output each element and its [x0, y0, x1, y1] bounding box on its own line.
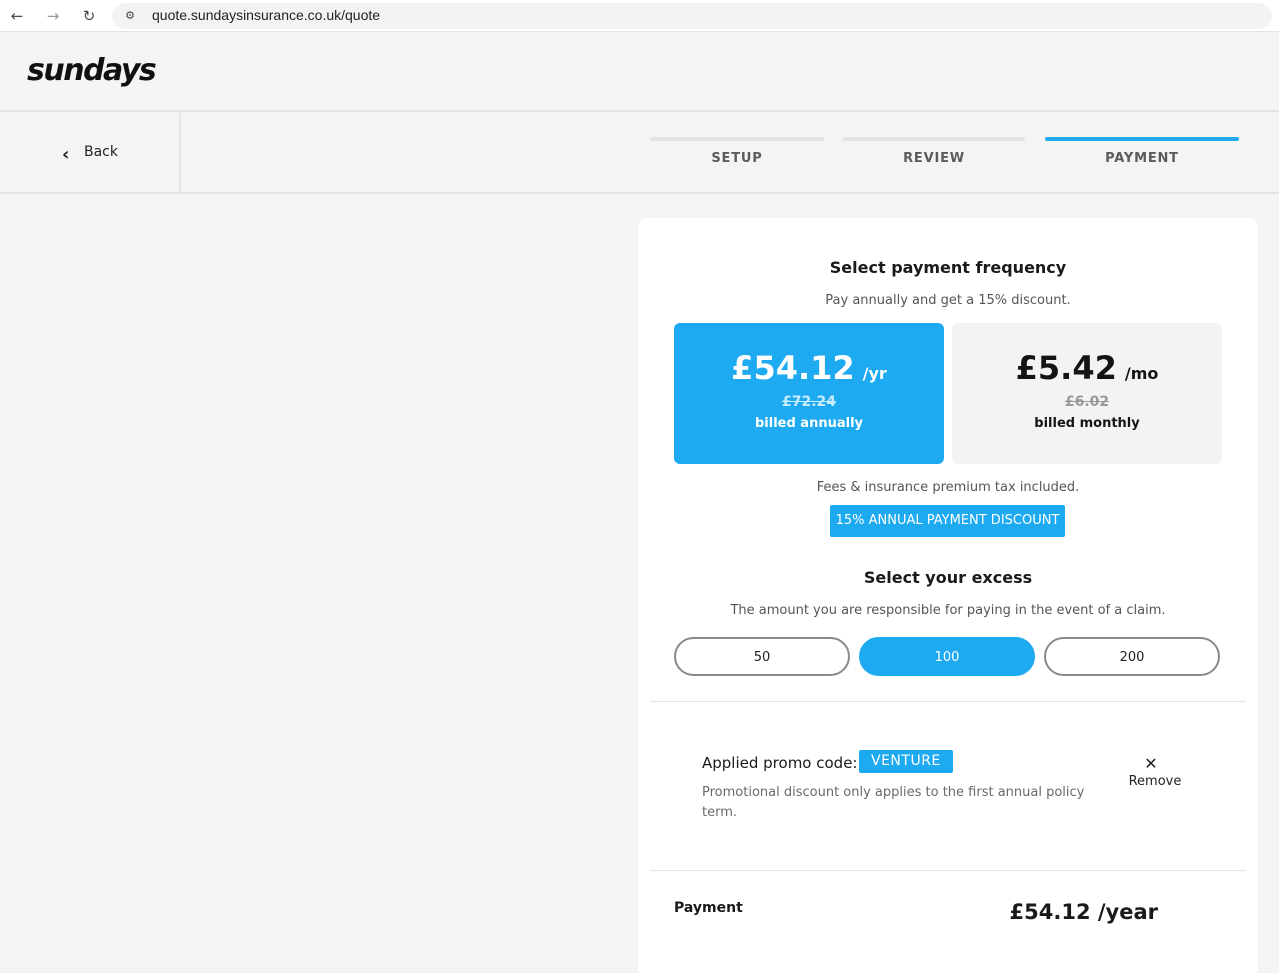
annual-billing-label: billed annually: [754, 416, 864, 431]
forward-arrow-icon[interactable]: →: [42, 5, 64, 27]
progress-steps-bar: ‹ Back SETUP REVIEW PAYMENT: [0, 113, 1279, 194]
browser-toolbar: ← → ↻ ⚙ quote.sundaysinsurance.co.uk/quo…: [0, 0, 1279, 32]
annual-price-period: /yr: [862, 364, 887, 383]
payment-label: Payment: [674, 900, 743, 916]
address-bar[interactable]: ⚙ quote.sundaysinsurance.co.uk/quote: [112, 3, 1272, 29]
annual-price-amount: £54.12: [731, 349, 855, 387]
back-label: Back: [84, 144, 118, 160]
monthly-billing-label: billed monthly: [1034, 416, 1140, 431]
annual-old-price: £72.24: [781, 394, 837, 410]
excess-subtitle: The amount you are responsible for payin…: [730, 603, 1166, 618]
payment-frequency-title: Select payment frequency: [829, 258, 1067, 277]
monthly-price-row: £5.42/mo: [952, 349, 1222, 387]
payment-frequency-subtitle: Pay annually and get a 15% discount.: [825, 293, 1071, 308]
back-arrow-icon[interactable]: ←: [6, 5, 28, 27]
excess-option-50[interactable]: 50: [674, 637, 850, 676]
section-divider: [650, 870, 1246, 871]
url-text[interactable]: quote.sundaysinsurance.co.uk/quote: [152, 7, 380, 23]
excess-option-100[interactable]: 100: [859, 637, 1035, 676]
fees-note: Fees & insurance premium tax included.: [816, 480, 1080, 495]
monthly-price-amount: £5.42: [1015, 349, 1117, 387]
payment-total: £54.12 /year: [1009, 900, 1158, 924]
chevron-left-icon: ‹: [62, 144, 70, 165]
close-icon[interactable]: ✕: [1142, 754, 1160, 773]
annual-price-option[interactable]: £54.12/yr £72.24 billed annually: [674, 323, 944, 464]
quote-card: Select payment frequency Pay annually an…: [638, 218, 1258, 973]
monthly-price-period: /mo: [1124, 364, 1159, 383]
section-divider: [650, 701, 1246, 702]
promo-code-badge: VENTURE: [859, 750, 953, 773]
site-settings-icon[interactable]: ⚙: [122, 8, 138, 24]
step-review: REVIEW: [843, 137, 1025, 177]
sundays-logo[interactable]: sundays: [27, 53, 157, 88]
step-progress-line: [1045, 137, 1239, 141]
step-label: PAYMENT: [1105, 151, 1179, 166]
step-progress-line: [843, 137, 1025, 141]
step-progress-line: [650, 137, 824, 141]
monthly-old-price: £6.02: [1064, 394, 1110, 410]
promo-note: Promotional discount only applies to the…: [702, 785, 1085, 820]
excess-title: Select your excess: [863, 568, 1033, 587]
back-button[interactable]: ‹ Back: [0, 113, 181, 192]
step-label: REVIEW: [903, 151, 965, 166]
reload-icon[interactable]: ↻: [78, 5, 100, 27]
excess-option-200[interactable]: 200: [1044, 637, 1220, 676]
annual-price-row: £54.12/yr: [674, 349, 944, 387]
annual-discount-badge: 15% ANNUAL PAYMENT DISCOUNT: [830, 505, 1065, 537]
remove-promo-button[interactable]: Remove: [1118, 774, 1192, 789]
step-payment: PAYMENT: [1045, 137, 1239, 177]
monthly-price-option[interactable]: £5.42/mo £6.02 billed monthly: [952, 323, 1222, 464]
step-label: SETUP: [711, 151, 763, 166]
step-setup: SETUP: [650, 137, 824, 177]
promo-code-label: Applied promo code:: [702, 754, 858, 772]
site-header: sundays: [0, 38, 1279, 112]
